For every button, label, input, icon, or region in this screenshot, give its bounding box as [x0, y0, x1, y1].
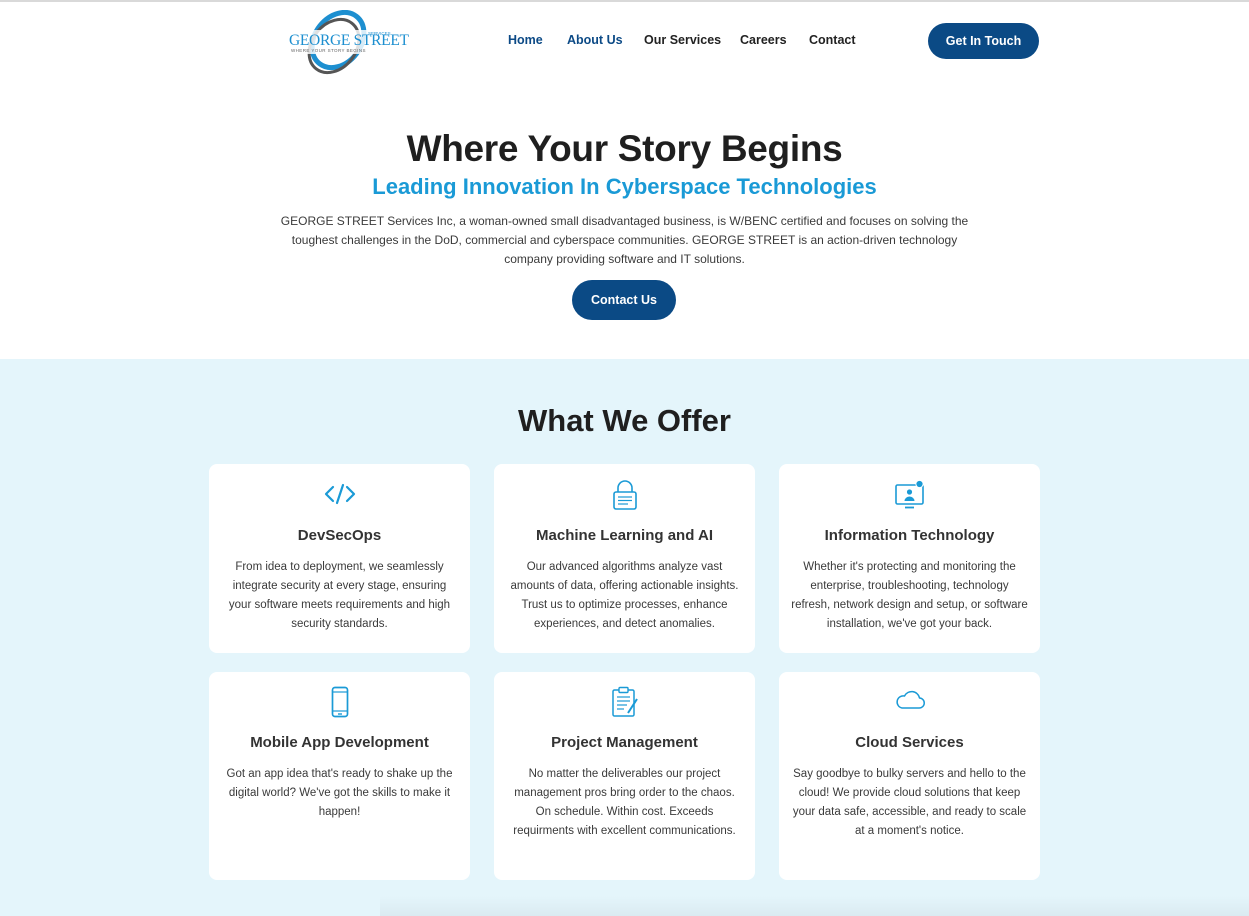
- logo[interactable]: GEORGE STREET WHERE YOUR STORY BEGINS SE…: [286, 10, 409, 76]
- contact-us-button[interactable]: Contact Us: [572, 280, 676, 320]
- bottom-shadow: [380, 896, 1249, 916]
- card-title: Information Technology: [824, 527, 995, 544]
- cloud-icon: [779, 688, 1040, 712]
- service-card-cloud-services[interactable]: Cloud Services Say goodbye to bulky serv…: [779, 672, 1040, 880]
- card-title: Mobile App Development: [250, 734, 429, 751]
- nav-careers[interactable]: Careers: [740, 33, 787, 47]
- card-description: No matter the deliverables our project m…: [513, 768, 736, 837]
- lock-icon: [494, 479, 755, 511]
- service-card-devsecops[interactable]: DevSecOps From idea to deployment, we se…: [209, 464, 470, 653]
- hero-subtitle: Leading Innovation In Cyberspace Technol…: [372, 174, 877, 199]
- nav-contact[interactable]: Contact: [809, 33, 856, 47]
- card-description: Say goodbye to bulky servers and hello t…: [792, 768, 1027, 837]
- clipboard-icon: [494, 686, 755, 718]
- hero-description: GEORGE STREET Services Inc, a woman-owne…: [280, 214, 969, 266]
- card-title: Machine Learning and AI: [536, 527, 713, 544]
- card-description: Whether it's protecting and monitoring t…: [791, 561, 1028, 630]
- service-card-mobile-app-development[interactable]: Mobile App Development Got an app idea t…: [209, 672, 470, 880]
- card-description: Got an app idea that's ready to shake up…: [226, 768, 453, 818]
- card-description: Our advanced algorithms analyze vast amo…: [510, 561, 739, 630]
- card-title: Cloud Services: [855, 734, 964, 751]
- logo-tagline: WHERE YOUR STORY BEGINS: [291, 48, 366, 53]
- nav-home[interactable]: Home: [508, 33, 543, 47]
- service-card-information-technology[interactable]: Information Technology Whether it's prot…: [779, 464, 1040, 653]
- site-header: GEORGE STREET WHERE YOUR STORY BEGINS SE…: [0, 2, 1249, 80]
- get-in-touch-button[interactable]: Get In Touch: [928, 23, 1039, 59]
- nav-our-services[interactable]: Our Services: [644, 33, 721, 47]
- card-title: DevSecOps: [297, 527, 382, 544]
- nav-about-us[interactable]: About Us: [567, 33, 623, 47]
- code-icon: [209, 482, 470, 506]
- card-title: Project Management: [551, 734, 698, 751]
- monitor-user-icon: [779, 479, 1040, 511]
- logo-group-label: SERVICES: [368, 31, 391, 36]
- offer-title: What We Offer: [518, 403, 731, 438]
- mobile-phone-icon: [209, 686, 470, 718]
- service-card-machine-learning[interactable]: Machine Learning and AI Our advanced alg…: [494, 464, 755, 653]
- hero-title: Where Your Story Begins: [406, 128, 843, 169]
- what-we-offer-section: What We Offer DevSecOps From idea to dep…: [0, 359, 1249, 916]
- card-description: From idea to deployment, we seamlessly i…: [228, 561, 451, 630]
- service-card-project-management[interactable]: Project Management No matter the deliver…: [494, 672, 755, 880]
